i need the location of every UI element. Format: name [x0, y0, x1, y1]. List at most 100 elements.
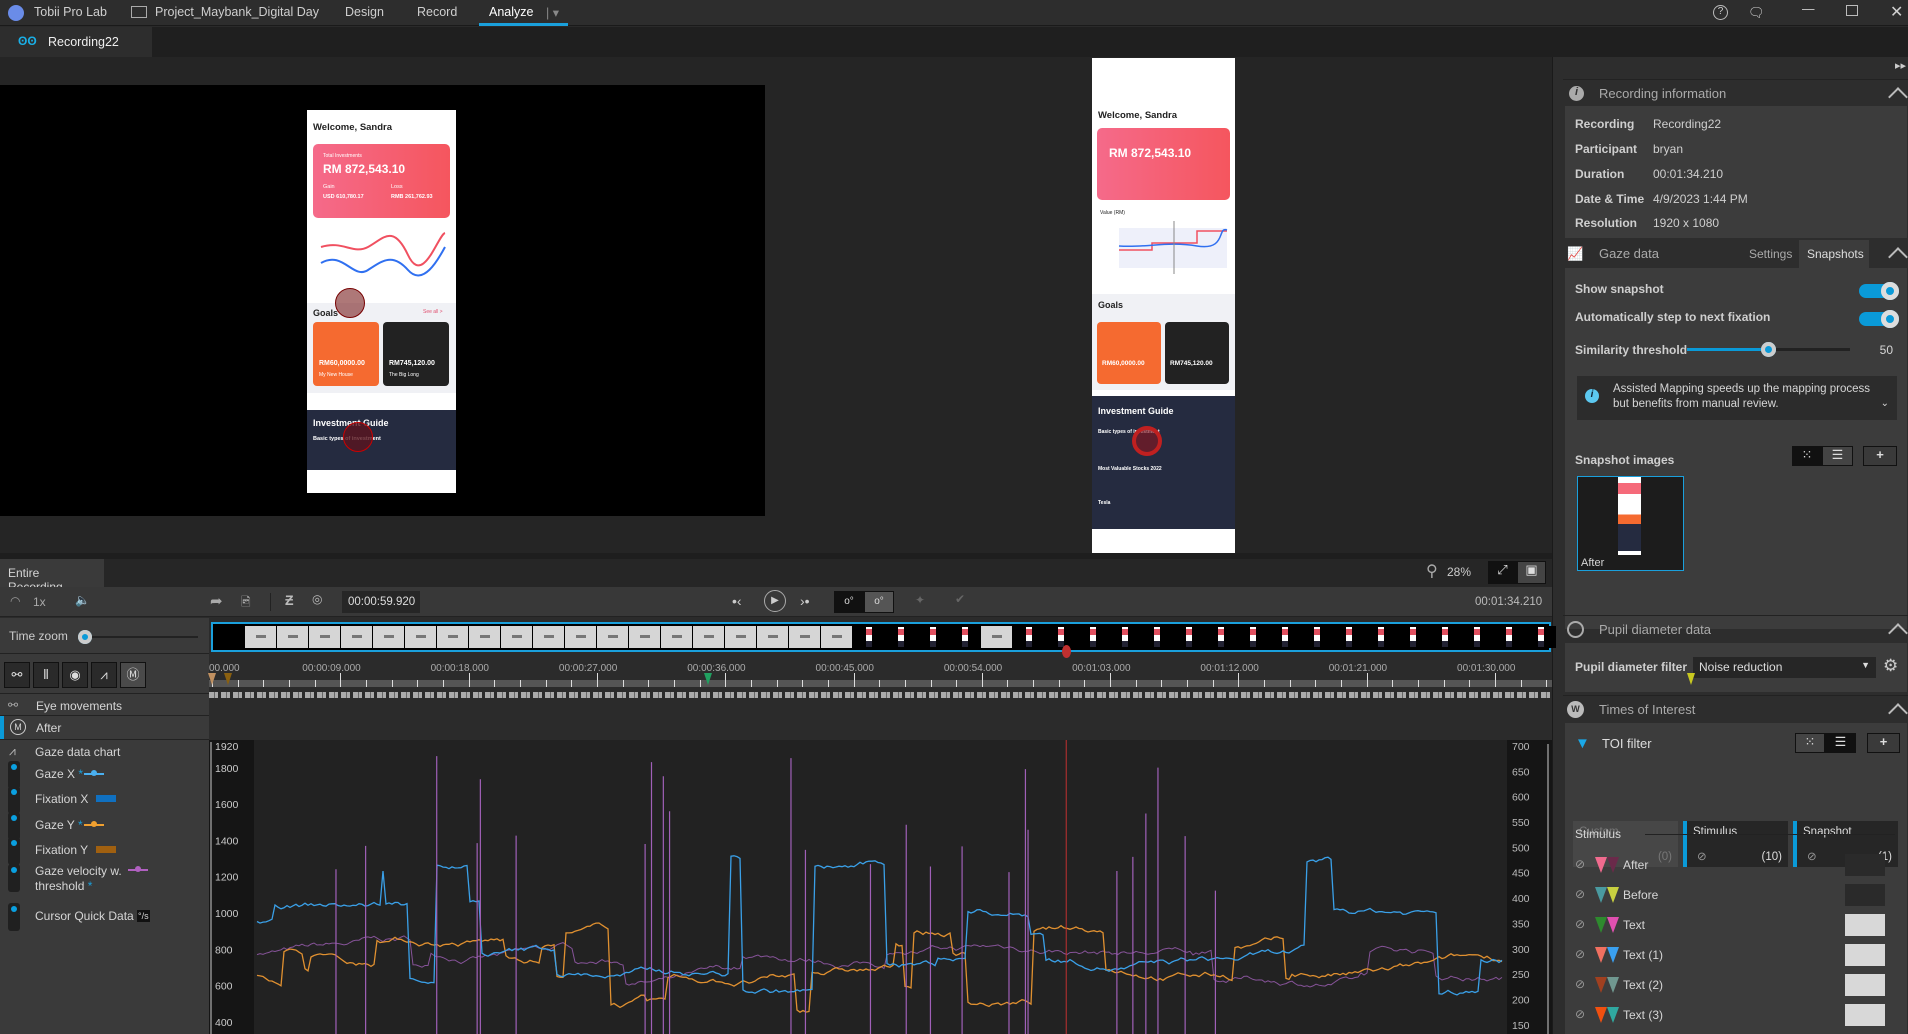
restore-icon[interactable] [1846, 5, 1858, 16]
feedback-icon[interactable]: 🗨 [1748, 5, 1765, 21]
toi-start-marker-icon [1595, 887, 1607, 903]
toi-item[interactable]: ⊘ After [1573, 854, 1903, 878]
chevron-up-icon[interactable] [1888, 247, 1908, 267]
pupil-toggle[interactable]: ◉ [62, 662, 88, 688]
hidden-eye-icon[interactable]: ⊘ [1575, 977, 1585, 991]
dropdown-arrow-icon: ▼ [1861, 660, 1870, 670]
slider-handle[interactable] [1761, 342, 1776, 357]
legend-toggle[interactable] [8, 903, 20, 931]
audio-toggle[interactable]: ⦀ [33, 662, 59, 688]
track-after[interactable]: After [36, 721, 61, 735]
toi-item[interactable]: ⊘ Text [1573, 914, 1903, 938]
nav-dropdown-icon[interactable]: | ▾ [546, 5, 559, 20]
snapshot-thumbnail[interactable]: After [1577, 476, 1684, 571]
chevron-up-icon[interactable] [1888, 623, 1908, 643]
add-toi-button[interactable]: + [1867, 733, 1900, 753]
tab-recording[interactable]: ʘʘ Recording22 [0, 27, 152, 57]
current-time-field[interactable]: 00:00:59.920 [342, 591, 420, 613]
hidden-eye-icon[interactable]: ⊘ [1575, 887, 1585, 901]
recording-info-header[interactable]: i Recording information [1563, 79, 1908, 107]
toi-marker-icon[interactable] [1687, 673, 1695, 685]
playhead-handle[interactable] [1062, 645, 1072, 658]
legend-item[interactable]: Fixation Y [0, 837, 209, 867]
grid-view-button[interactable]: ⁙ [1792, 446, 1822, 466]
actual-size-button[interactable]: ▣ [1517, 561, 1546, 584]
divider [270, 593, 271, 611]
legend-toggle[interactable] [8, 864, 20, 892]
gap-fill-icon[interactable]: Ƶ [285, 592, 294, 608]
ruler-tick [1392, 680, 1394, 687]
chevron-down-icon[interactable]: ⌄ [1881, 398, 1889, 409]
gaze-mode-button[interactable]: o° [864, 591, 894, 613]
toi-marker-icon[interactable] [224, 673, 232, 685]
chevron-up-icon[interactable] [1888, 703, 1908, 723]
speed-icon[interactable]: ◠ [10, 594, 20, 608]
grid-view-button[interactable]: ⁙ [1795, 733, 1825, 753]
timeline-thumbnail-strip[interactable] [211, 622, 1556, 652]
tab-snapshots[interactable]: Snapshots [1799, 240, 1869, 268]
right-panel: ▸▸ i Recording information Recording Reco… [1552, 57, 1908, 1034]
auto-step-toggle[interactable] [1859, 310, 1899, 328]
snapshot-name: After [1581, 557, 1605, 569]
toi-item[interactable]: ⊘ Text (1) [1573, 944, 1903, 968]
help-icon[interactable]: ? [1713, 5, 1728, 20]
nav-analyze[interactable]: Analyze [489, 5, 533, 19]
similarity-slider[interactable] [1687, 342, 1850, 357]
play-button[interactable]: ▶ [764, 590, 786, 612]
time-ruler[interactable]: 00.000 00:00:09.000 00:00:18.000 00:00:27.0… [208, 645, 1695, 713]
toi-header[interactable]: W Times of Interest [1563, 695, 1908, 723]
share-icon[interactable]: ➦ [210, 592, 223, 610]
gear-icon[interactable]: ⚙ [1883, 656, 1898, 676]
fit-screen-button[interactable]: ⤢ [1488, 561, 1517, 584]
hidden-eye-icon[interactable]: ⊘ [1575, 857, 1585, 871]
toi-item[interactable]: ⊘ Before [1573, 884, 1903, 908]
list-view-button[interactable]: ☰ [1825, 733, 1856, 753]
time-zoom-slider[interactable] [78, 630, 198, 644]
nav-design[interactable]: Design [345, 5, 384, 19]
hidden-eye-icon[interactable]: ⊘ [1575, 917, 1585, 931]
collapse-panel-icon[interactable]: ▸▸ [1895, 59, 1906, 72]
goal-card: RM745,120.00 [1165, 322, 1229, 384]
minimize-icon[interactable]: — [1802, 2, 1815, 16]
add-snapshot-icon[interactable]: 🖻 [241, 593, 251, 614]
hidden-eye-icon[interactable]: ⊘ [1575, 1007, 1585, 1021]
legend-toggle[interactable] [8, 837, 20, 865]
nav-record[interactable]: Record [417, 5, 457, 19]
legend-item[interactable]: Gaze velocity w. threshold * [0, 864, 209, 894]
next-fixation-button[interactable]: ›• [800, 593, 810, 609]
goals-section: Goals See all > RM60,0000.00 My New House… [307, 303, 456, 393]
fixation-mode-button[interactable]: o° [834, 591, 864, 613]
legend-toggle[interactable] [8, 761, 20, 789]
previous-fixation-button[interactable]: •‹ [732, 593, 742, 609]
mapping-toggle[interactable]: Ⓜ [120, 662, 146, 688]
toi-marker-icon[interactable] [703, 673, 712, 685]
timeline-thumbnail [1141, 626, 1172, 648]
pupil-filter-dropdown[interactable]: Noise reduction ▼ [1693, 657, 1876, 678]
toi-item[interactable]: ⊘ Text (2) [1573, 974, 1903, 998]
list-view-button[interactable]: ☰ [1822, 446, 1853, 466]
tab-entire-recording[interactable]: Entire Recording [0, 559, 104, 594]
volume-icon[interactable]: 🔈 [75, 593, 90, 607]
playback-speed[interactable]: 1x [33, 595, 46, 609]
legend-toggle[interactable] [8, 786, 20, 814]
pupil-header[interactable]: Pupil diameter data [1563, 615, 1908, 643]
gaze-data-chart[interactable]: 1920 1800 1600 1400 1200 1000 800 600 400 700 650 6… [209, 740, 1552, 1034]
close-icon[interactable]: ✕ [1890, 2, 1903, 22]
webcam-icon[interactable]: ◎ [312, 592, 322, 606]
project-name[interactable]: Project_Maybank_Digital Day [155, 5, 319, 19]
eye-movements-toggle[interactable]: ⚯ [4, 662, 30, 688]
show-snapshot-toggle[interactable] [1859, 282, 1899, 300]
auto-map-icon[interactable]: ✦ [915, 593, 925, 607]
add-snapshot-button[interactable]: + [1863, 446, 1897, 466]
slider-handle[interactable] [78, 630, 92, 644]
chevron-up-icon[interactable] [1888, 87, 1908, 107]
tab-settings[interactable]: Settings [1749, 247, 1792, 261]
gaze-data-header[interactable]: 📈 Gaze data Settings Snapshots [1563, 240, 1908, 268]
accept-mapping-icon[interactable]: ✔ [955, 592, 965, 606]
toi-item[interactable]: ⊘ Text (3) [1573, 1004, 1903, 1028]
hidden-eye-icon[interactable]: ⊘ [1575, 947, 1585, 961]
toi-marker-icon[interactable] [208, 673, 216, 685]
legend-toggle[interactable] [8, 812, 20, 840]
legend-item[interactable]: Cursor Quick Data °/s [0, 903, 209, 933]
chart-toggle[interactable]: ⩘ [91, 662, 117, 688]
